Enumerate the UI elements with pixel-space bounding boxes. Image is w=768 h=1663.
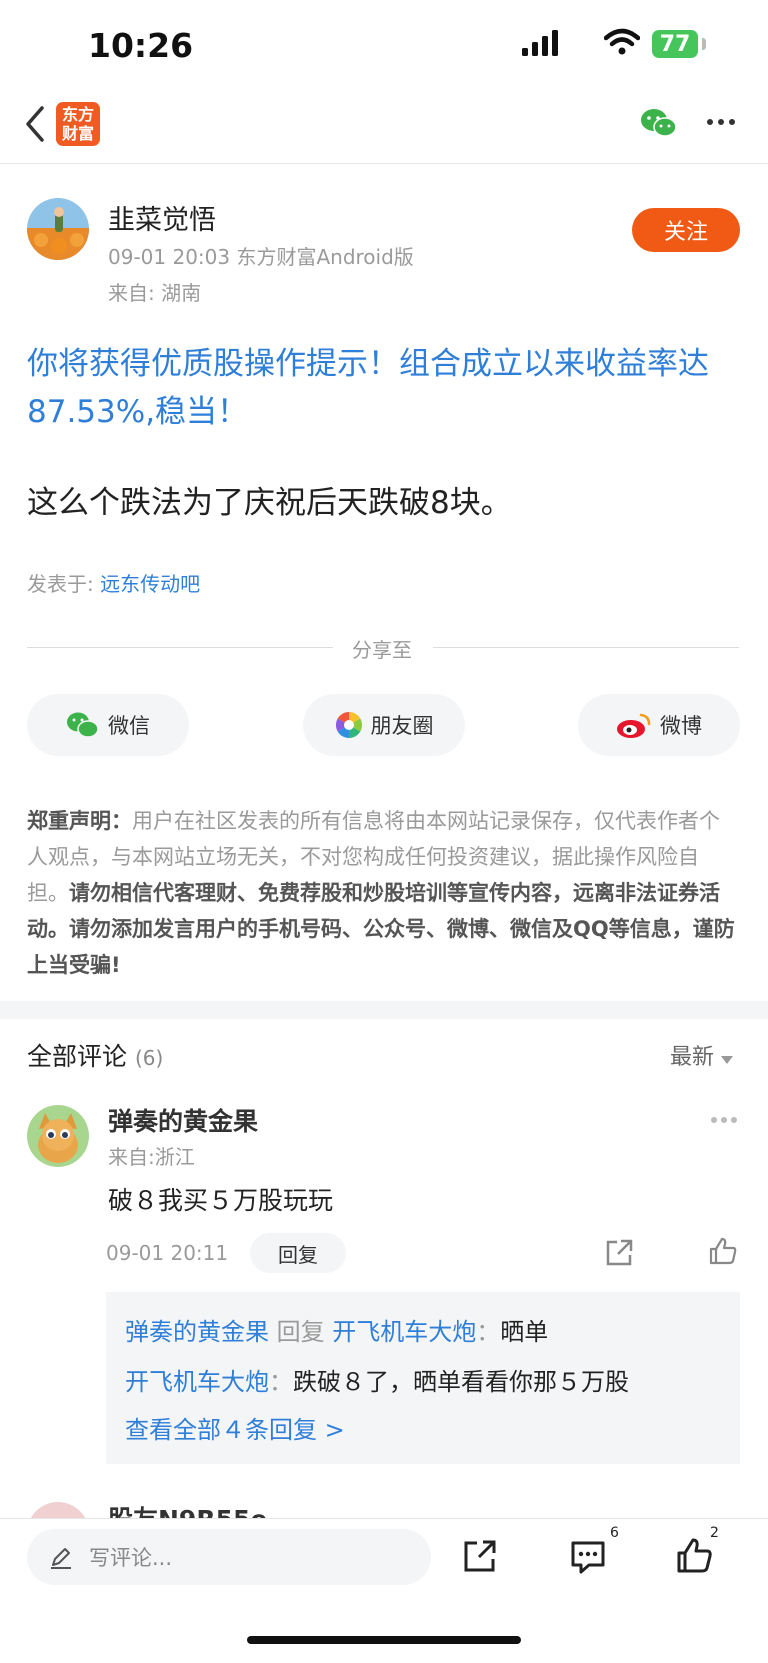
share-icon[interactable] — [462, 1538, 498, 1574]
disclaimer-warning: 请勿相信代客理财、免费荐股和炒股培训等宣传内容，远离非法证券活动。请勿添加发言用… — [27, 881, 735, 977]
reply-from-name[interactable]: 弹奏的黄金果 — [125, 1318, 269, 1346]
share-divider-left — [27, 647, 333, 648]
posted-in: 发表于: 远东传动吧 — [27, 568, 200, 597]
home-indicator — [247, 1636, 521, 1644]
share-moments-label: 朋友圈 — [370, 714, 434, 738]
follow-button[interactable]: 关注 — [632, 208, 740, 252]
sub-reply[interactable]: 开飞机车大炮：跌破８了，晒单看看你那５万股 — [125, 1362, 629, 1397]
wechat-share-icon[interactable] — [640, 107, 678, 139]
write-comment-input[interactable]: 写评论... — [27, 1529, 431, 1585]
sub-reply[interactable]: 弹奏的黄金果 回复 开飞机车大炮：晒单 — [125, 1312, 548, 1347]
reply-to-name[interactable]: 开飞机车大炮 — [332, 1318, 476, 1346]
comments-title-text: 全部评论 — [27, 1042, 128, 1071]
commenter-avatar[interactable] — [27, 1105, 89, 1167]
share-weibo-label: 微博 — [660, 714, 702, 738]
status-time: 10:26 — [88, 26, 194, 65]
battery-indicator: 77 — [652, 30, 698, 58]
reply-verb: 回复 — [269, 1318, 333, 1346]
like-icon[interactable] — [676, 1537, 714, 1575]
comment-text: 破８我买５万股玩玩 — [108, 1186, 334, 1215]
post-meta: 09-01 20:03 东方财富Android版 — [108, 245, 414, 269]
commenter-location: 来自:浙江 — [108, 1145, 195, 1169]
author-avatar[interactable] — [27, 198, 89, 260]
pencil-icon — [51, 1548, 71, 1569]
promo-link[interactable]: 你将获得优质股操作提示！组合成立以来收益率达87.53%,稳当！ — [27, 340, 747, 436]
reply-sep: ： — [269, 1368, 293, 1396]
write-comment-placeholder: 写评论... — [89, 1546, 173, 1570]
like-comment-icon[interactable] — [708, 1236, 738, 1266]
author-location: 来自: 湖南 — [108, 281, 202, 305]
like-count-badge: 2 — [710, 1525, 719, 1541]
nav-divider — [0, 163, 768, 164]
more-options-icon[interactable] — [706, 118, 736, 126]
caret-down-icon — [721, 1056, 734, 1064]
reply-from-name[interactable]: 开飞机车大炮 — [125, 1368, 269, 1396]
disclaimer: 郑重声明：用户在社区发表的所有信息将由本网站记录保存，仅代表作者个人观点，与本网… — [27, 803, 739, 983]
battery-tip — [702, 38, 706, 50]
reply-button[interactable]: 回复 — [250, 1233, 346, 1273]
comment-time: 09-01 20:11 — [106, 1241, 229, 1265]
commenter-name[interactable]: 弹奏的黄金果 — [108, 1102, 258, 1138]
wifi-icon — [604, 28, 640, 55]
share-comment-icon[interactable] — [604, 1238, 634, 1268]
share-weibo-button[interactable]: 微博 — [578, 694, 740, 756]
reply-sep: ： — [476, 1318, 501, 1346]
share-wechat-button[interactable]: 微信 — [27, 694, 189, 756]
section-gap — [0, 1001, 768, 1019]
share-divider-right — [433, 647, 739, 648]
sort-dropdown[interactable]: 最新 — [670, 1039, 734, 1071]
board-link[interactable]: 远东传动吧 — [100, 572, 200, 596]
comment-count-badge: 6 — [610, 1525, 619, 1541]
signal-icon — [522, 30, 558, 56]
disclaimer-title: 郑重声明： — [27, 809, 132, 833]
wechat-icon — [67, 712, 99, 738]
share-wechat-label: 微信 — [108, 714, 150, 738]
post-content: 这么个跌法为了庆祝后天跌破8块。 — [27, 485, 512, 521]
comment-icon[interactable] — [569, 1539, 607, 1575]
author-name[interactable]: 韭菜觉悟 — [108, 198, 216, 237]
sort-label: 最新 — [670, 1045, 715, 1070]
view-all-replies-link[interactable]: 查看全部４条回复 > — [125, 1410, 345, 1445]
app-logo: 东方 财富 — [56, 102, 100, 146]
share-moments-button[interactable]: 朋友圈 — [303, 694, 465, 756]
weibo-icon — [617, 713, 651, 738]
comments-title: 全部评论 (6) — [27, 1037, 163, 1073]
back-arrow-icon[interactable] — [24, 104, 46, 144]
reply-text: 跌破８了，晒单看看你那５万股 — [293, 1368, 629, 1396]
posted-in-label: 发表于: — [27, 572, 101, 596]
reply-text: 晒单 — [500, 1318, 549, 1346]
comment-more-icon[interactable] — [710, 1116, 738, 1124]
comments-count: (6) — [134, 1046, 164, 1070]
share-label: 分享至 — [352, 638, 412, 662]
moments-icon — [335, 711, 362, 739]
